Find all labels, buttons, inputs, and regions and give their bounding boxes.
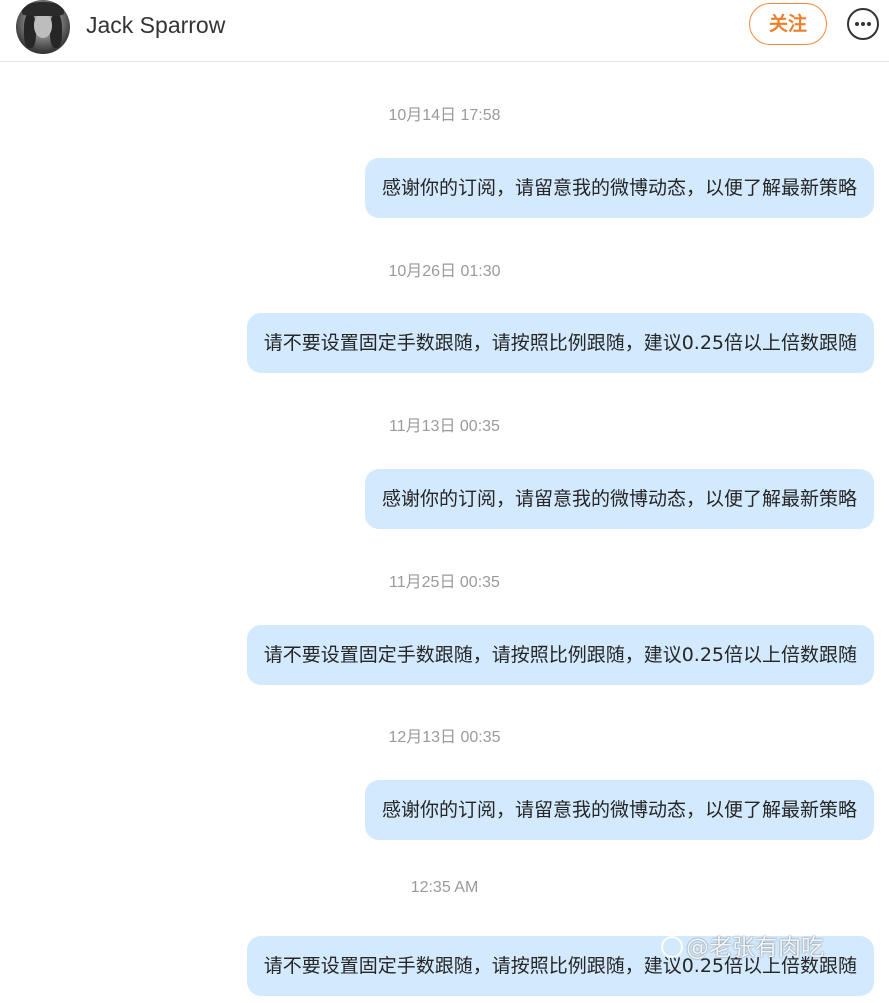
message-timestamp: 12:35 AM bbox=[410, 879, 479, 896]
message-bubble[interactable]: 感谢你的订阅，请留意我的微博动态，以便了解最新策略 bbox=[364, 469, 874, 529]
chat-username[interactable]: Jack Sparrow bbox=[86, 10, 225, 40]
message-timestamp: 10月26日 01:30 bbox=[388, 263, 501, 280]
more-options-icon[interactable] bbox=[847, 8, 879, 40]
message-bubble[interactable]: 请不要设置固定手数跟随，请按照比例跟随，建议0.25倍以上倍数跟随 bbox=[246, 313, 874, 373]
follow-button[interactable]: 关注 bbox=[749, 3, 827, 45]
watermark-text: @老张有肉吃 bbox=[686, 935, 824, 961]
watermark-logo-icon bbox=[661, 936, 683, 958]
message-bubble[interactable]: 感谢你的订阅，请留意我的微博动态，以便了解最新策略 bbox=[364, 158, 874, 218]
user-avatar-icon[interactable] bbox=[16, 0, 70, 54]
message-timestamp: 11月13日 00:35 bbox=[389, 418, 500, 435]
chat-header: Jack Sparrow 关注 bbox=[0, 0, 889, 62]
message-timestamp: 10月14日 17:58 bbox=[388, 107, 501, 124]
message-bubble[interactable]: 请不要设置固定手数跟随，请按照比例跟随，建议0.25倍以上倍数跟随 bbox=[246, 625, 874, 685]
message-timestamp: 12月13日 00:35 bbox=[388, 729, 501, 746]
message-bubble[interactable]: 感谢你的订阅，请留意我的微博动态，以便了解最新策略 bbox=[364, 780, 874, 840]
message-timestamp: 11月25日 00:35 bbox=[389, 574, 500, 591]
watermark: @老张有肉吃 bbox=[661, 928, 824, 962]
